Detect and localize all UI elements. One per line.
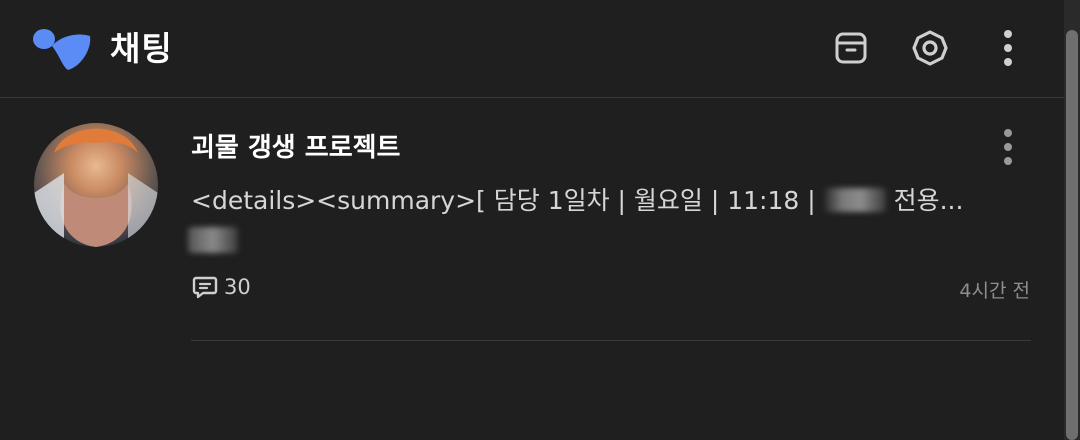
chat-preview-suffix: 전용... (893, 186, 964, 215)
header: 채팅 (0, 0, 1064, 98)
settings-button[interactable] (908, 26, 952, 70)
chat-title: 괴물 갱생 프로젝트 (191, 133, 401, 163)
avatar-image (34, 128, 158, 247)
comment-count: 30 (224, 275, 251, 299)
comment-icon (192, 276, 218, 299)
timestamp: 4시간 전 (959, 280, 1030, 302)
app-logo-icon (33, 29, 91, 70)
settings-icon (912, 30, 948, 66)
archive-button[interactable] (829, 26, 873, 70)
avatar (34, 123, 158, 247)
more-options-button[interactable] (986, 26, 1030, 70)
chat-preview-text: <details><summary>[ 담당 1일차 | 월요일 | 11:18… (191, 186, 816, 215)
divider (191, 340, 1031, 341)
comment-count-badge: 30 (192, 274, 251, 300)
more-vertical-icon (1004, 129, 1012, 165)
chat-item-more-button[interactable] (988, 125, 1028, 169)
redacted-text (188, 227, 238, 253)
page-title: 채팅 (110, 29, 173, 68)
scrollbar-thumb[interactable] (1066, 30, 1078, 440)
chat-list-screen: 채팅 괴물 갱생 프로젝트 <details><summary>[담당 1일차… (0, 0, 1080, 440)
more-vertical-icon (1004, 30, 1012, 66)
chat-preview: <details><summary>[ 담당 1일차 | 월요일 | 11:18… (191, 181, 971, 217)
archive-icon (835, 32, 867, 64)
chat-list-item[interactable]: 괴물 갱생 프로젝트 <details><summary>[ 담당 1일차 | … (0, 99, 1064, 341)
redacted-text (823, 188, 886, 212)
